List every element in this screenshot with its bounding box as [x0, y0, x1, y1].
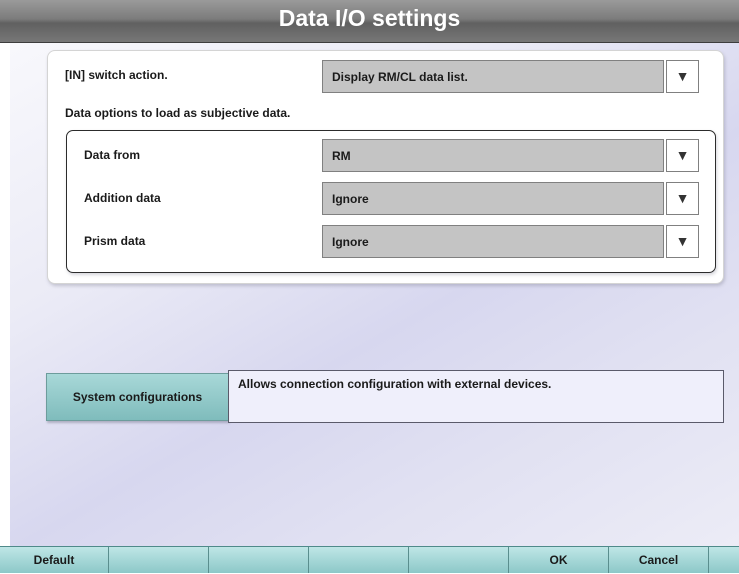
bottom-bar: Default OK Cancel — [0, 546, 739, 573]
bottom-button-5[interactable] — [409, 547, 509, 573]
bottom-button-2[interactable] — [109, 547, 209, 573]
bottom-button-3[interactable] — [209, 547, 309, 573]
cancel-button[interactable]: Cancel — [609, 547, 709, 573]
data-from-dropdown-arrow-icon[interactable]: ▼ — [666, 139, 699, 172]
addition-data-dropdown-arrow-icon[interactable]: ▼ — [666, 182, 699, 215]
system-configurations-button[interactable]: System configurations — [46, 373, 229, 421]
prism-data-dropdown-arrow-icon[interactable]: ▼ — [666, 225, 699, 258]
prism-data-label: Prism data — [84, 234, 146, 248]
title-bar: Data I/O settings — [0, 0, 739, 43]
window-title: Data I/O settings — [278, 5, 461, 31]
addition-data-label: Addition data — [84, 191, 161, 205]
bottom-button-8[interactable] — [709, 547, 739, 573]
options-heading: Data options to load as subjective data. — [65, 106, 291, 120]
data-from-label: Data from — [84, 148, 141, 162]
in-switch-select[interactable]: Display RM/CL data list. — [322, 60, 664, 93]
addition-data-select[interactable]: Ignore — [322, 182, 664, 215]
data-from-select[interactable]: RM — [322, 139, 664, 172]
prism-data-select[interactable]: Ignore — [322, 225, 664, 258]
in-switch-label: [IN] switch action. — [65, 68, 168, 82]
default-button[interactable]: Default — [0, 547, 109, 573]
bottom-button-4[interactable] — [309, 547, 409, 573]
system-configurations-description: Allows connection configuration with ext… — [228, 370, 724, 423]
ok-button[interactable]: OK — [509, 547, 609, 573]
in-switch-dropdown-arrow-icon[interactable]: ▼ — [666, 60, 699, 93]
